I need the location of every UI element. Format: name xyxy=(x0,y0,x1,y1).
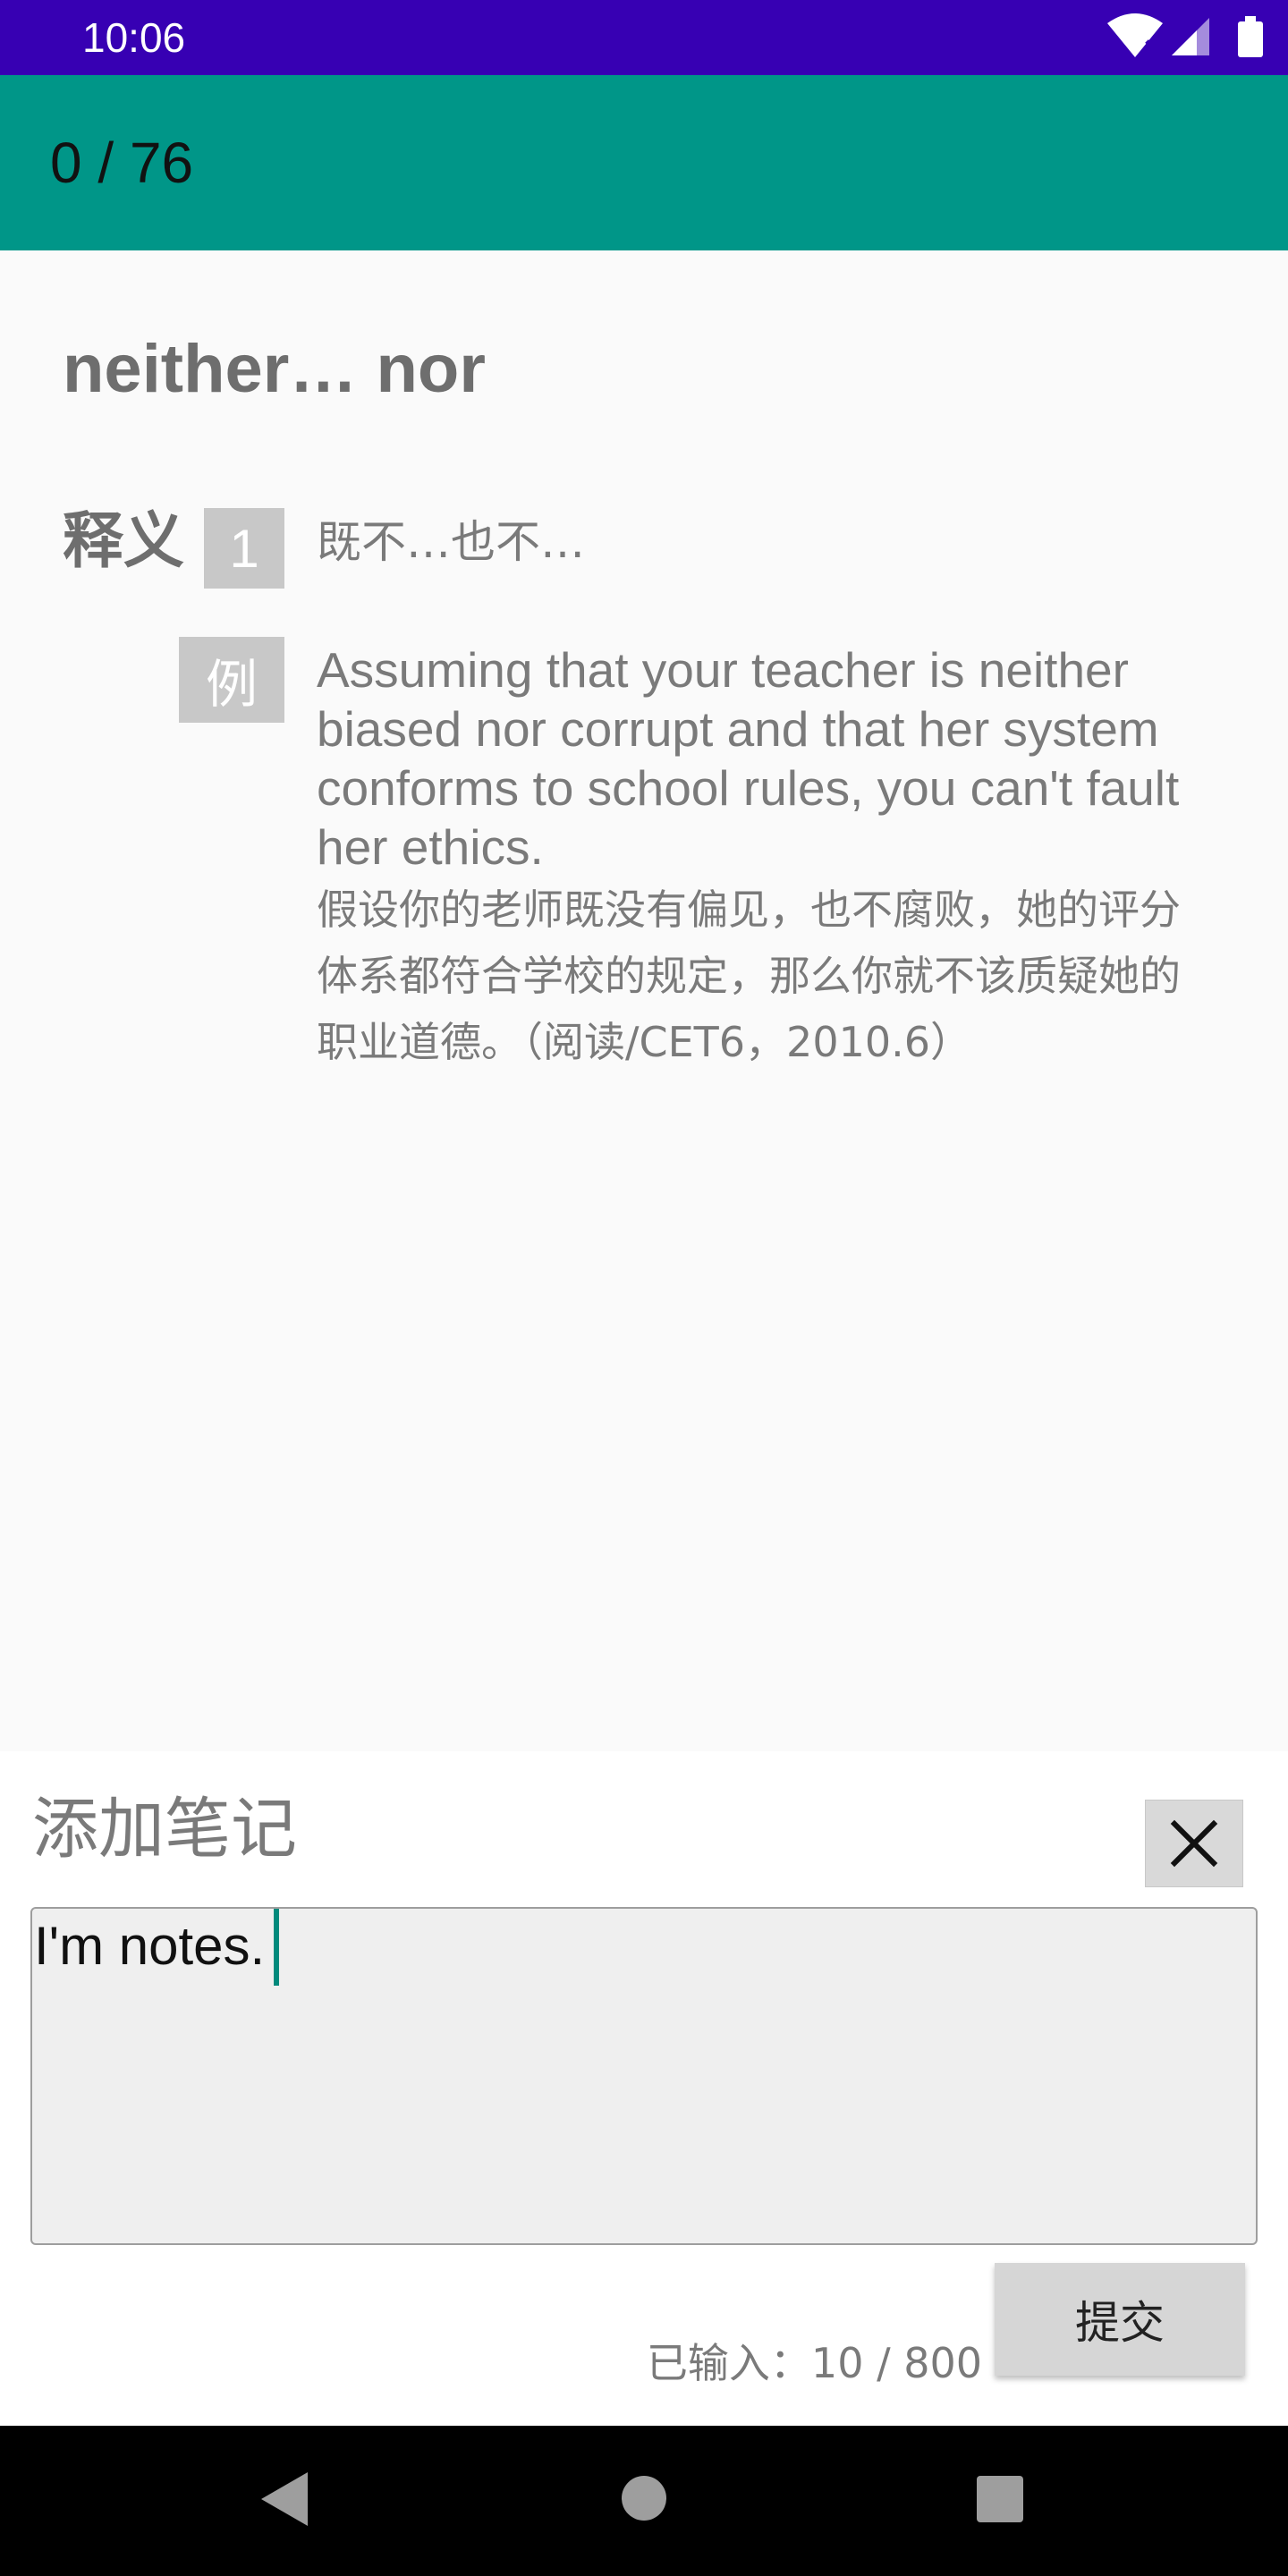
example-badge: 例 xyxy=(179,637,284,723)
definition-label: 释义 xyxy=(63,506,185,577)
close-icon xyxy=(1170,1819,1218,1868)
battery-icon xyxy=(1238,16,1263,57)
signal-icon xyxy=(1172,18,1209,55)
example-sentence-en: Assuming that your teacher is neither bi… xyxy=(317,642,1180,875)
text-cursor xyxy=(274,1909,279,1986)
close-button[interactable] xyxy=(1145,1800,1243,1887)
char-count: 已输入：10 / 800 xyxy=(646,2339,982,2387)
add-note-panel: 添加笔记 I'm notes. 已输入：10 / 800 提交 xyxy=(0,1751,1288,2426)
word-title: neither… nor xyxy=(63,331,486,407)
back-icon[interactable] xyxy=(259,2470,309,2528)
note-input[interactable]: I'm notes. xyxy=(30,1907,1258,2245)
home-icon[interactable] xyxy=(622,2476,666,2521)
status-time: 10:06 xyxy=(82,14,186,61)
note-panel-title: 添加笔记 xyxy=(32,1791,297,1868)
submit-button[interactable]: 提交 xyxy=(995,2263,1245,2376)
word-detail: neither… nor 释义 1 既不…也不… 例 Assuming that… xyxy=(0,250,1288,1751)
example-sentence-zh: 假设你的老师既没有偏见，也不腐败，她的评分体系都符合学校的规定，那么你就不该质疑… xyxy=(317,886,1181,1066)
wifi-icon xyxy=(1107,13,1163,57)
status-bar: 10:06 xyxy=(0,0,1288,75)
definition-text: 既不…也不… xyxy=(317,516,585,568)
app-bar: 0 / 76 xyxy=(0,75,1288,250)
navigation-bar xyxy=(0,2426,1288,2576)
recents-icon[interactable] xyxy=(977,2476,1023,2522)
status-icons xyxy=(1107,13,1263,57)
definition-number-badge: 1 xyxy=(204,508,284,589)
progress-counter: 0 / 76 xyxy=(50,131,194,195)
